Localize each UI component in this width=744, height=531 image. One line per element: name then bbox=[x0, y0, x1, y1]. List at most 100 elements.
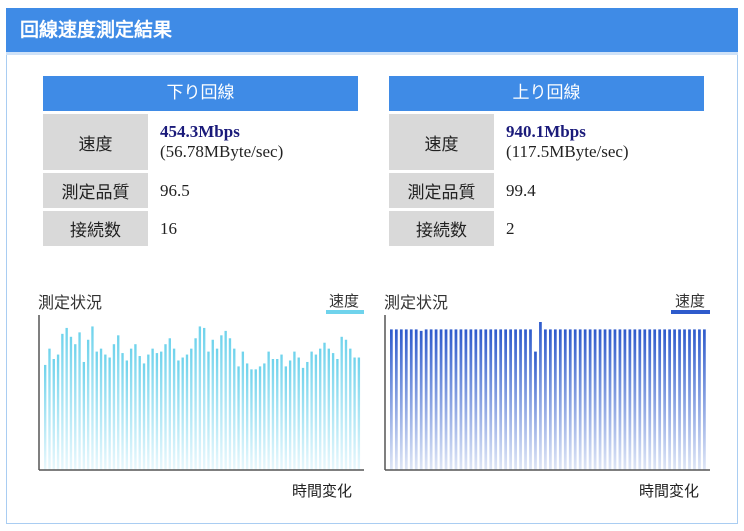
upload-chart-bar bbox=[643, 329, 647, 470]
upload-chart-bar bbox=[678, 329, 681, 470]
upload-chart-bar bbox=[409, 329, 413, 470]
download-connections-label: 接続数 bbox=[43, 211, 148, 246]
upload-chart-bar bbox=[519, 329, 522, 470]
download-chart-bar bbox=[241, 351, 245, 470]
upload-chart-bar bbox=[419, 330, 423, 470]
upload-chart-bar bbox=[474, 329, 478, 470]
download-chart-bar bbox=[323, 342, 326, 470]
download-speed-mbps: 454.3Mbps bbox=[160, 122, 240, 141]
upload-chart-bar bbox=[459, 329, 463, 470]
upload-chart-bar bbox=[638, 329, 642, 470]
download-chart-bar bbox=[194, 338, 197, 470]
download-chart-bar bbox=[69, 336, 73, 470]
upload-connections-number: 2 bbox=[506, 218, 515, 238]
download-chart-bar bbox=[288, 360, 292, 470]
download-speed-bytes: (56.78MByte/sec) bbox=[160, 142, 284, 161]
download-chart-bar bbox=[258, 366, 262, 470]
upload-chart-bar bbox=[623, 329, 627, 470]
upload-chart-bar bbox=[439, 329, 443, 470]
download-chart-bar bbox=[297, 357, 300, 470]
download-chart-bar bbox=[125, 360, 129, 470]
upload-chart-bar bbox=[558, 329, 562, 470]
upload-chart-legend: 速度 bbox=[675, 292, 706, 310]
page-title: 回線速度測定結果 bbox=[6, 8, 738, 52]
download-quality-label: 測定品質 bbox=[43, 173, 148, 208]
upload-chart-bar bbox=[514, 329, 517, 470]
upload-chart-bar bbox=[434, 329, 438, 470]
download-chart-bar bbox=[185, 354, 189, 470]
download-chart-bar bbox=[245, 363, 249, 470]
upload-chart-bar bbox=[673, 329, 676, 470]
upload-chart-bar bbox=[469, 329, 473, 470]
download-speed-value: 454.3Mbps (56.78MByte/sec) bbox=[160, 114, 358, 170]
upload-chart-bar bbox=[390, 329, 393, 470]
download-speed-chart bbox=[38, 315, 364, 471]
download-connections-value: 16 bbox=[160, 211, 358, 246]
upload-chart-bar bbox=[598, 329, 602, 470]
download-chart-bar bbox=[177, 360, 180, 470]
upload-chart-bar bbox=[399, 329, 403, 470]
upload-connections-label: 接続数 bbox=[389, 211, 494, 246]
upload-chart-bar bbox=[703, 329, 706, 470]
upload-header: 上り回線 bbox=[389, 76, 704, 111]
download-chart-bar bbox=[357, 357, 361, 470]
download-chart-bar bbox=[263, 363, 266, 470]
upload-chart-bar bbox=[603, 329, 607, 470]
download-chart-bar bbox=[164, 344, 167, 470]
download-chart-bar bbox=[254, 369, 257, 470]
upload-chart-bar bbox=[588, 329, 592, 470]
download-chart-bar bbox=[220, 335, 223, 470]
upload-chart-bar bbox=[568, 329, 572, 470]
download-chart-bar bbox=[271, 359, 275, 470]
download-connections-number: 16 bbox=[160, 218, 177, 238]
download-chart-bar bbox=[336, 359, 339, 470]
download-chart-bar bbox=[99, 348, 103, 470]
upload-speed-chart bbox=[384, 315, 710, 471]
upload-chart-bar bbox=[658, 329, 662, 470]
download-chart-legend: 速度 bbox=[329, 292, 360, 310]
download-chart-bar bbox=[78, 332, 81, 470]
upload-chart-bar bbox=[653, 329, 657, 470]
upload-chart-bar bbox=[573, 329, 577, 470]
upload-chart-bar bbox=[464, 329, 468, 470]
upload-chart-bar bbox=[618, 329, 622, 470]
download-chart-bar bbox=[65, 327, 68, 470]
download-speed-label: 速度 bbox=[43, 114, 148, 170]
download-chart-bar bbox=[134, 344, 137, 470]
download-chart-title: 測定状況 bbox=[38, 293, 103, 312]
download-chart-bar bbox=[104, 354, 107, 470]
download-chart-bar bbox=[228, 338, 232, 470]
download-chart-bar bbox=[151, 348, 154, 470]
upload-chart-bar bbox=[489, 329, 493, 470]
download-chart-bar bbox=[314, 354, 318, 470]
upload-quality-number: 99.4 bbox=[506, 180, 536, 200]
upload-chart-bar bbox=[613, 329, 617, 470]
upload-chart-bar bbox=[663, 329, 667, 470]
upload-chart-bar bbox=[633, 329, 637, 470]
download-chart-bar bbox=[48, 348, 51, 470]
upload-chart-bar bbox=[524, 329, 527, 470]
download-quality-value: 96.5 bbox=[160, 173, 358, 208]
download-chart-bar bbox=[353, 357, 356, 470]
download-chart-bar bbox=[203, 327, 206, 470]
upload-chart-xlabel: 時間変化 bbox=[639, 482, 700, 500]
upload-chart-bar bbox=[539, 322, 542, 470]
download-chart-bar bbox=[340, 336, 343, 470]
upload-chart-bar bbox=[668, 329, 671, 470]
download-chart-bar bbox=[95, 351, 98, 470]
download-chart-bar bbox=[319, 348, 322, 470]
upload-quality-label: 測定品質 bbox=[389, 173, 494, 208]
download-chart-bar bbox=[138, 356, 141, 470]
download-chart-bar bbox=[44, 364, 47, 470]
download-chart-bar bbox=[142, 363, 146, 470]
upload-chart-bar bbox=[563, 329, 567, 470]
download-chart-bar bbox=[112, 344, 116, 470]
upload-chart-bar bbox=[698, 329, 701, 470]
download-chart-bar bbox=[327, 348, 330, 470]
download-chart-bar bbox=[224, 330, 227, 470]
download-chart-bar bbox=[181, 357, 184, 470]
download-chart-bar bbox=[56, 354, 60, 470]
download-chart-bar bbox=[207, 351, 210, 470]
upload-chart-bar bbox=[628, 329, 632, 470]
download-chart-xlabel: 時間変化 bbox=[292, 482, 353, 500]
